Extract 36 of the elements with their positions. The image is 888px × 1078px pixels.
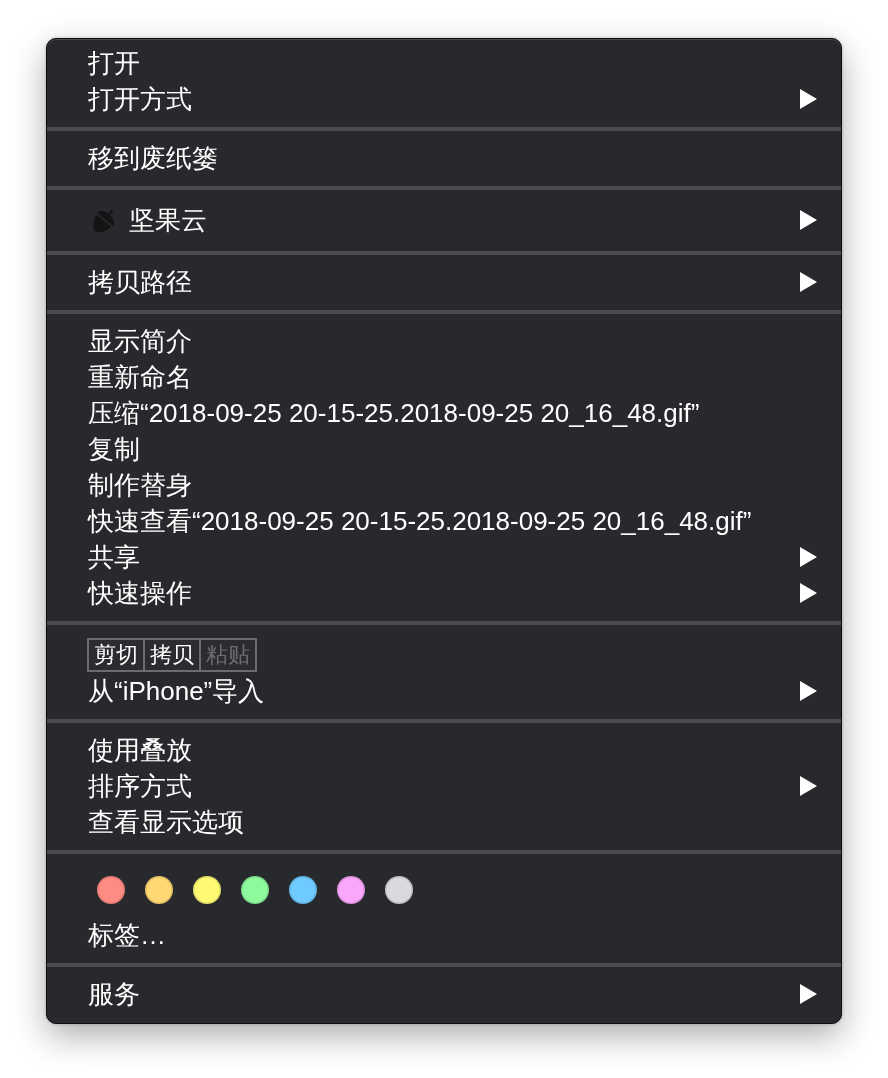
tag-dot-icon[interactable] (97, 876, 125, 904)
menu-item[interactable]: 排序方式 (47, 768, 841, 804)
edit-button[interactable]: 拷贝 (143, 638, 201, 672)
menu-item[interactable]: 从“iPhone”导入 (47, 673, 841, 709)
triangle-icon (800, 984, 817, 1004)
menu-item[interactable]: 打开 (47, 45, 841, 81)
menu-item[interactable]: 拷贝路径 (47, 264, 841, 300)
tag-dot-icon[interactable] (385, 876, 413, 904)
triangle-icon (800, 89, 817, 109)
tag-dot-icon[interactable] (145, 876, 173, 904)
menu-item[interactable]: 重新命名 (47, 359, 841, 395)
triangle-icon (800, 583, 817, 603)
tag-dot-icon[interactable] (241, 876, 269, 904)
tag-dot-icon[interactable] (337, 876, 365, 904)
menu-item[interactable]: 坚果云 (47, 199, 841, 241)
triangle-icon (800, 272, 817, 292)
triangle-icon (800, 776, 817, 796)
menu-item[interactable]: 服务 (47, 976, 841, 1012)
menu-item[interactable]: 查看显示选项 (47, 804, 841, 840)
menu-item[interactable]: 使用叠放 (47, 732, 841, 768)
menu-item[interactable]: 快速操作 (47, 575, 841, 611)
menu-item[interactable]: 标签… (47, 917, 841, 953)
menu-item[interactable]: 共享 (47, 539, 841, 575)
triangle-icon (800, 681, 817, 701)
menu-item[interactable]: 复制 (47, 431, 841, 467)
menu-item[interactable]: 制作替身 (47, 467, 841, 503)
menu-item[interactable]: 压缩“2018-09-25 20-15-25.2018-09-25 20_16_48.gif” (47, 395, 841, 431)
menu-item[interactable]: 打开方式 (47, 81, 841, 117)
tag-dot-icon[interactable] (289, 876, 317, 904)
menu-item[interactable]: 显示简介 (47, 323, 841, 359)
triangle-icon (800, 210, 817, 230)
edit-button[interactable]: 剪切 (87, 638, 145, 672)
menu-item[interactable]: 快速查看“2018-09-25 20-15-25.2018-09-25 20_16_48.gif” (47, 503, 841, 539)
tag-dot-icon[interactable] (193, 876, 221, 904)
triangle-icon (800, 547, 817, 567)
menu-item[interactable]: 移到废纸篓 (47, 140, 841, 176)
